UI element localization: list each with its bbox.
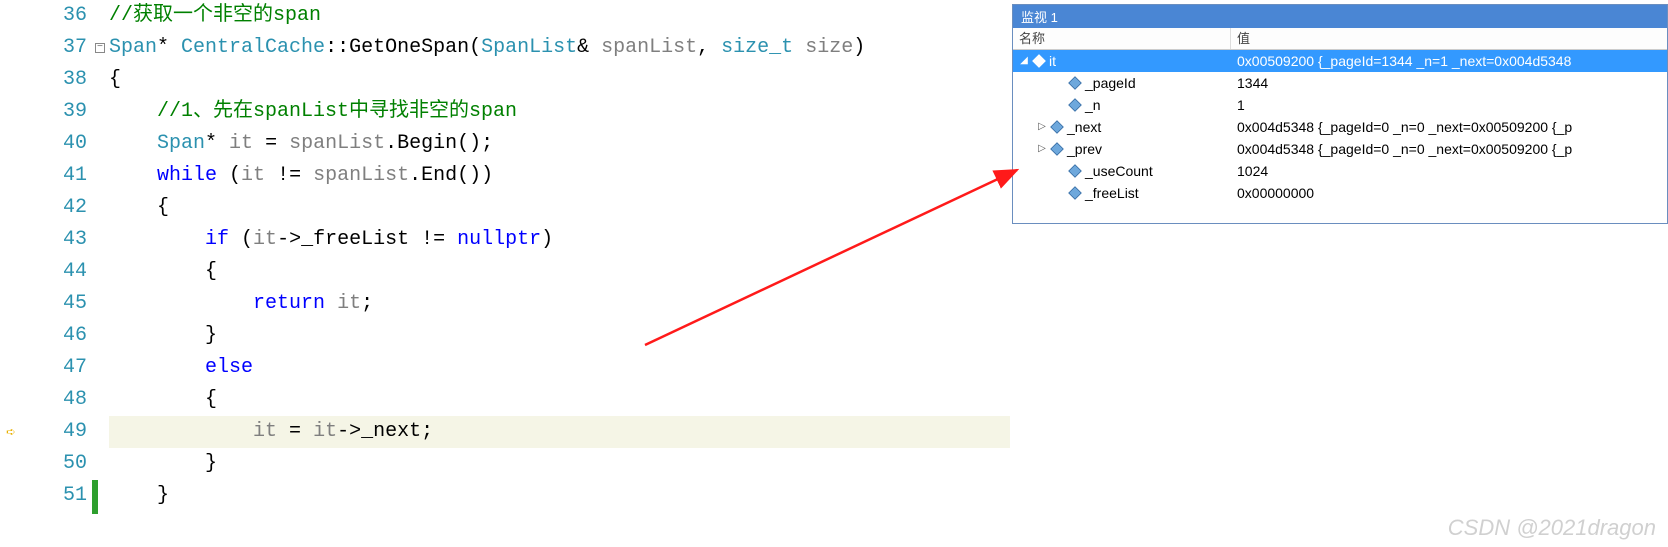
- code-line[interactable]: }: [109, 448, 1010, 480]
- modified-indicator: [92, 480, 98, 514]
- watch-row-value: 0x004d5348 {_pageId=0 _n=0 _next=0x00509…: [1231, 116, 1667, 138]
- watch-row-name: _freeList: [1013, 182, 1231, 204]
- line-number: 51: [0, 480, 87, 512]
- variable-name: _prev: [1067, 138, 1102, 160]
- watch-row-name: _useCount: [1013, 160, 1231, 182]
- variable-icon: [1050, 142, 1064, 156]
- variable-name: _useCount: [1085, 160, 1153, 182]
- line-number: 37: [0, 32, 87, 64]
- watch-row-name: ◢ it: [1013, 50, 1231, 72]
- current-line-arrow: ➪: [6, 422, 16, 442]
- watch-header-value[interactable]: 值: [1231, 28, 1667, 49]
- watermark: CSDN @2021dragon: [1448, 515, 1656, 541]
- variable-name: _n: [1085, 94, 1101, 116]
- watch-row[interactable]: _n 1: [1013, 94, 1667, 116]
- variable-icon: [1068, 76, 1082, 90]
- watch-row[interactable]: ◢ it 0x00509200 {_pageId=1344 _n=1 _next=0…: [1013, 50, 1667, 72]
- expand-icon[interactable]: ▷: [1037, 122, 1047, 132]
- line-number: 48: [0, 384, 87, 416]
- watch-header-row: 名称 值: [1013, 28, 1667, 50]
- code-editor[interactable]: 36373839404142434445464748495051 − //获取一…: [0, 0, 1010, 547]
- watch-body[interactable]: ◢ it 0x00509200 {_pageId=1344 _n=1 _next=0…: [1013, 50, 1667, 204]
- line-number: 45: [0, 288, 87, 320]
- watch-row-name: ▷ _next: [1013, 116, 1231, 138]
- expand-icon[interactable]: ◢: [1019, 56, 1029, 66]
- watch-row-value: 1: [1231, 94, 1667, 116]
- code-line[interactable]: }: [109, 480, 1010, 512]
- expand-icon: [1055, 100, 1065, 110]
- variable-icon: [1050, 120, 1064, 134]
- watch-row-name: _n: [1013, 94, 1231, 116]
- variable-name: _next: [1067, 116, 1101, 138]
- variable-name: it: [1049, 50, 1056, 72]
- expand-icon[interactable]: ▷: [1037, 144, 1047, 154]
- watch-row-name: ▷ _prev: [1013, 138, 1231, 160]
- watch-row-value: 1024: [1231, 160, 1667, 182]
- code-area[interactable]: //获取一个非空的spanSpan* CentralCache::GetOneS…: [109, 0, 1010, 547]
- watch-row-name: _pageId: [1013, 72, 1231, 94]
- variable-icon: [1068, 98, 1082, 112]
- line-number: 44: [0, 256, 87, 288]
- variable-icon: [1032, 54, 1046, 68]
- code-line[interactable]: }: [109, 320, 1010, 352]
- watch-row[interactable]: ▷ _next 0x004d5348 {_pageId=0 _n=0 _next=0…: [1013, 116, 1667, 138]
- watch-panel-title: 监视 1: [1013, 5, 1667, 28]
- code-line[interactable]: while (it != spanList.End()): [109, 160, 1010, 192]
- line-number: 39: [0, 96, 87, 128]
- watch-row[interactable]: _freeList 0x00000000: [1013, 182, 1667, 204]
- line-number: 36: [0, 0, 87, 32]
- watch-row-value: 1344: [1231, 72, 1667, 94]
- expand-icon: [1055, 188, 1065, 198]
- code-line[interactable]: it = it->_next;: [109, 416, 1010, 448]
- watch-header-name[interactable]: 名称: [1013, 28, 1231, 49]
- code-line[interactable]: Span* CentralCache::GetOneSpan(SpanList&…: [109, 32, 1010, 64]
- collapse-margin: −: [95, 0, 109, 547]
- variable-name: _pageId: [1085, 72, 1136, 94]
- collapse-toggle-icon[interactable]: −: [95, 43, 105, 53]
- variable-icon: [1068, 186, 1082, 200]
- line-number: 47: [0, 352, 87, 384]
- code-line[interactable]: //1、先在spanList中寻找非空的span: [109, 96, 1010, 128]
- code-line[interactable]: {: [109, 384, 1010, 416]
- expand-icon: [1055, 78, 1065, 88]
- line-number: 46: [0, 320, 87, 352]
- code-line[interactable]: //获取一个非空的span: [109, 0, 1010, 32]
- watch-row[interactable]: ▷ _prev 0x004d5348 {_pageId=0 _n=0 _next=0…: [1013, 138, 1667, 160]
- line-number: 50: [0, 448, 87, 480]
- watch-row-value: 0x00000000: [1231, 182, 1667, 204]
- code-line[interactable]: if (it->_freeList != nullptr): [109, 224, 1010, 256]
- line-number: 40: [0, 128, 87, 160]
- code-line[interactable]: {: [109, 64, 1010, 96]
- line-number: 43: [0, 224, 87, 256]
- line-number: 42: [0, 192, 87, 224]
- expand-icon: [1055, 166, 1065, 176]
- watch-row[interactable]: _useCount 1024: [1013, 160, 1667, 182]
- watch-row-value: 0x004d5348 {_pageId=0 _n=0 _next=0x00509…: [1231, 138, 1667, 160]
- line-number: 38: [0, 64, 87, 96]
- line-number: 41: [0, 160, 87, 192]
- code-line[interactable]: {: [109, 192, 1010, 224]
- watch-row-value: 0x00509200 {_pageId=1344 _n=1 _next=0x00…: [1231, 50, 1667, 72]
- variable-name: _freeList: [1085, 182, 1139, 204]
- watch-row[interactable]: _pageId 1344: [1013, 72, 1667, 94]
- watch-panel[interactable]: 监视 1 名称 值 ◢ it 0x00509200 {_pageId=1344 _n…: [1012, 4, 1668, 224]
- code-line[interactable]: return it;: [109, 288, 1010, 320]
- code-line[interactable]: else: [109, 352, 1010, 384]
- line-number-gutter: 36373839404142434445464748495051: [0, 0, 95, 547]
- code-line[interactable]: {: [109, 256, 1010, 288]
- variable-icon: [1068, 164, 1082, 178]
- code-line[interactable]: Span* it = spanList.Begin();: [109, 128, 1010, 160]
